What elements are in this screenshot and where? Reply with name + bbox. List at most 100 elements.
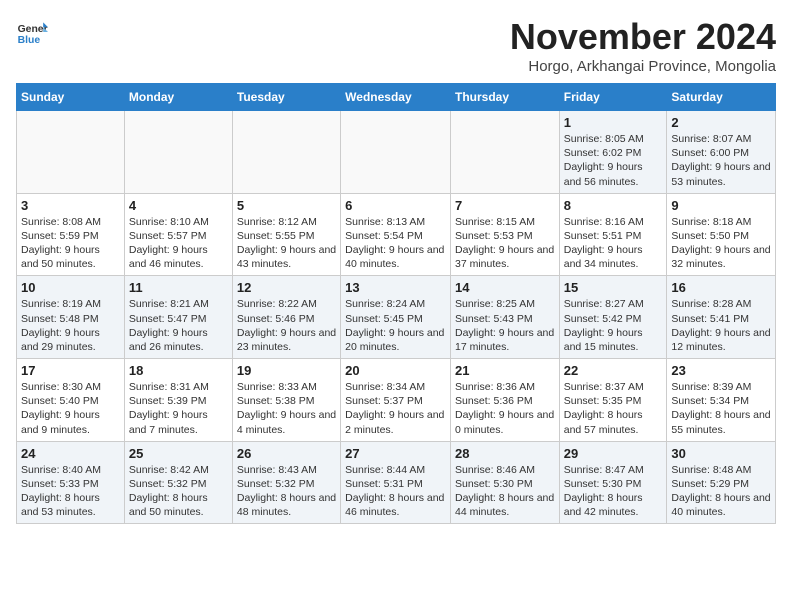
- day-cell: 12 Sunrise: 8:22 AM Sunset: 5:46 PM Dayli…: [232, 276, 340, 359]
- week-row-2: 3Sunrise: 8:08 AM Sunset: 5:59 PM Daylig…: [17, 193, 776, 276]
- day-info: Sunrise: 8:13 AM Sunset: 5:54 PM Dayligh…: [345, 215, 446, 272]
- day-cell: [124, 111, 232, 194]
- column-header-wednesday: Wednesday: [341, 84, 451, 111]
- day-number: 4: [129, 198, 228, 213]
- day-cell: 1 Sunrise: 8:05 AM Sunset: 6:02 PM Daylig…: [559, 111, 667, 194]
- column-header-friday: Friday: [559, 84, 667, 111]
- day-info: Sunrise: 8:19 AM Sunset: 5:48 PM Dayligh…: [21, 297, 120, 354]
- logo: General Blue: [16, 16, 48, 48]
- day-cell: 25 Sunrise: 8:42 AM Sunset: 5:32 PM Dayli…: [124, 441, 232, 524]
- day-cell: 28 Sunrise: 8:46 AM Sunset: 5:30 PM Dayli…: [450, 441, 559, 524]
- day-info: Sunrise: 8:05 AM Sunset: 6:02 PM Dayligh…: [564, 132, 663, 189]
- week-row-1: 1 Sunrise: 8:05 AM Sunset: 6:02 PM Daylig…: [17, 111, 776, 194]
- day-cell: 10 Sunrise: 8:19 AM Sunset: 5:48 PM Dayli…: [17, 276, 125, 359]
- day-info: Sunrise: 8:10 AM Sunset: 5:57 PM Dayligh…: [129, 215, 228, 272]
- day-cell: 26 Sunrise: 8:43 AM Sunset: 5:32 PM Dayli…: [232, 441, 340, 524]
- day-cell: [450, 111, 559, 194]
- calendar-table: SundayMondayTuesdayWednesdayThursdayFrid…: [16, 83, 776, 524]
- day-info: Sunrise: 8:08 AM Sunset: 5:59 PM Dayligh…: [21, 215, 120, 272]
- day-cell: 17 Sunrise: 8:30 AM Sunset: 5:40 PM Dayli…: [17, 359, 125, 442]
- day-number: 25: [129, 446, 228, 461]
- day-cell: [341, 111, 451, 194]
- header-area: General Blue November 2024 Horgo, Arkhan…: [16, 16, 776, 75]
- day-cell: 7Sunrise: 8:15 AM Sunset: 5:53 PM Daylig…: [450, 193, 559, 276]
- day-number: 20: [345, 363, 446, 378]
- day-info: Sunrise: 8:40 AM Sunset: 5:33 PM Dayligh…: [21, 463, 120, 520]
- day-cell: 23 Sunrise: 8:39 AM Sunset: 5:34 PM Dayli…: [667, 359, 776, 442]
- logo-icon: General Blue: [16, 16, 48, 48]
- day-cell: 8 Sunrise: 8:16 AM Sunset: 5:51 PM Daylig…: [559, 193, 667, 276]
- day-cell: 29 Sunrise: 8:47 AM Sunset: 5:30 PM Dayli…: [559, 441, 667, 524]
- day-cell: 11Sunrise: 8:21 AM Sunset: 5:47 PM Dayli…: [124, 276, 232, 359]
- day-number: 10: [21, 280, 120, 295]
- day-info: Sunrise: 8:27 AM Sunset: 5:42 PM Dayligh…: [564, 297, 663, 354]
- day-info: Sunrise: 8:25 AM Sunset: 5:43 PM Dayligh…: [455, 297, 555, 354]
- day-info: Sunrise: 8:39 AM Sunset: 5:34 PM Dayligh…: [671, 380, 771, 437]
- day-info: Sunrise: 8:07 AM Sunset: 6:00 PM Dayligh…: [671, 132, 771, 189]
- day-cell: 22 Sunrise: 8:37 AM Sunset: 5:35 PM Dayli…: [559, 359, 667, 442]
- day-info: Sunrise: 8:30 AM Sunset: 5:40 PM Dayligh…: [21, 380, 120, 437]
- day-info: Sunrise: 8:22 AM Sunset: 5:46 PM Dayligh…: [237, 297, 336, 354]
- day-cell: 24 Sunrise: 8:40 AM Sunset: 5:33 PM Dayli…: [17, 441, 125, 524]
- week-row-3: 10 Sunrise: 8:19 AM Sunset: 5:48 PM Dayli…: [17, 276, 776, 359]
- column-header-saturday: Saturday: [667, 84, 776, 111]
- day-info: Sunrise: 8:28 AM Sunset: 5:41 PM Dayligh…: [671, 297, 771, 354]
- day-info: Sunrise: 8:37 AM Sunset: 5:35 PM Dayligh…: [564, 380, 663, 437]
- day-number: 30: [671, 446, 771, 461]
- day-cell: 4 Sunrise: 8:10 AM Sunset: 5:57 PM Daylig…: [124, 193, 232, 276]
- day-number: 23: [671, 363, 771, 378]
- day-info: Sunrise: 8:36 AM Sunset: 5:36 PM Dayligh…: [455, 380, 555, 437]
- day-number: 8: [564, 198, 663, 213]
- day-number: 26: [237, 446, 336, 461]
- day-info: Sunrise: 8:21 AM Sunset: 5:47 PM Dayligh…: [129, 297, 228, 354]
- day-cell: 20 Sunrise: 8:34 AM Sunset: 5:37 PM Dayli…: [341, 359, 451, 442]
- day-info: Sunrise: 8:24 AM Sunset: 5:45 PM Dayligh…: [345, 297, 446, 354]
- day-number: 22: [564, 363, 663, 378]
- day-number: 28: [455, 446, 555, 461]
- day-cell: 2 Sunrise: 8:07 AM Sunset: 6:00 PM Daylig…: [667, 111, 776, 194]
- day-number: 14: [455, 280, 555, 295]
- day-cell: 14 Sunrise: 8:25 AM Sunset: 5:43 PM Dayli…: [450, 276, 559, 359]
- day-number: 27: [345, 446, 446, 461]
- day-number: 19: [237, 363, 336, 378]
- day-info: Sunrise: 8:42 AM Sunset: 5:32 PM Dayligh…: [129, 463, 228, 520]
- week-row-4: 17 Sunrise: 8:30 AM Sunset: 5:40 PM Dayli…: [17, 359, 776, 442]
- day-info: Sunrise: 8:16 AM Sunset: 5:51 PM Dayligh…: [564, 215, 663, 272]
- day-info: Sunrise: 8:43 AM Sunset: 5:32 PM Dayligh…: [237, 463, 336, 520]
- day-info: Sunrise: 8:47 AM Sunset: 5:30 PM Dayligh…: [564, 463, 663, 520]
- month-title: November 2024: [510, 16, 776, 58]
- day-info: Sunrise: 8:15 AM Sunset: 5:53 PM Dayligh…: [455, 215, 555, 272]
- location: Horgo, Arkhangai Province, Mongolia: [510, 58, 776, 75]
- calendar-header-row: SundayMondayTuesdayWednesdayThursdayFrid…: [17, 84, 776, 111]
- day-cell: 16Sunrise: 8:28 AM Sunset: 5:41 PM Dayli…: [667, 276, 776, 359]
- day-number: 18: [129, 363, 228, 378]
- day-info: Sunrise: 8:46 AM Sunset: 5:30 PM Dayligh…: [455, 463, 555, 520]
- day-info: Sunrise: 8:34 AM Sunset: 5:37 PM Dayligh…: [345, 380, 446, 437]
- day-number: 9: [671, 198, 771, 213]
- day-info: Sunrise: 8:44 AM Sunset: 5:31 PM Dayligh…: [345, 463, 446, 520]
- day-number: 17: [21, 363, 120, 378]
- calendar-body: 1 Sunrise: 8:05 AM Sunset: 6:02 PM Daylig…: [17, 111, 776, 524]
- day-info: Sunrise: 8:12 AM Sunset: 5:55 PM Dayligh…: [237, 215, 336, 272]
- day-cell: 27 Sunrise: 8:44 AM Sunset: 5:31 PM Dayli…: [341, 441, 451, 524]
- day-info: Sunrise: 8:31 AM Sunset: 5:39 PM Dayligh…: [129, 380, 228, 437]
- column-header-sunday: Sunday: [17, 84, 125, 111]
- day-info: Sunrise: 8:48 AM Sunset: 5:29 PM Dayligh…: [671, 463, 771, 520]
- day-number: 12: [237, 280, 336, 295]
- day-number: 24: [21, 446, 120, 461]
- day-cell: 21Sunrise: 8:36 AM Sunset: 5:36 PM Dayli…: [450, 359, 559, 442]
- day-cell: [232, 111, 340, 194]
- day-cell: 18 Sunrise: 8:31 AM Sunset: 5:39 PM Dayli…: [124, 359, 232, 442]
- day-number: 1: [564, 115, 663, 130]
- day-cell: 6 Sunrise: 8:13 AM Sunset: 5:54 PM Daylig…: [341, 193, 451, 276]
- day-number: 29: [564, 446, 663, 461]
- day-cell: [17, 111, 125, 194]
- day-number: 2: [671, 115, 771, 130]
- day-cell: 3Sunrise: 8:08 AM Sunset: 5:59 PM Daylig…: [17, 193, 125, 276]
- column-header-tuesday: Tuesday: [232, 84, 340, 111]
- column-header-monday: Monday: [124, 84, 232, 111]
- day-number: 6: [345, 198, 446, 213]
- day-cell: 30 Sunrise: 8:48 AM Sunset: 5:29 PM Dayli…: [667, 441, 776, 524]
- day-info: Sunrise: 8:18 AM Sunset: 5:50 PM Dayligh…: [671, 215, 771, 272]
- day-cell: 19Sunrise: 8:33 AM Sunset: 5:38 PM Dayli…: [232, 359, 340, 442]
